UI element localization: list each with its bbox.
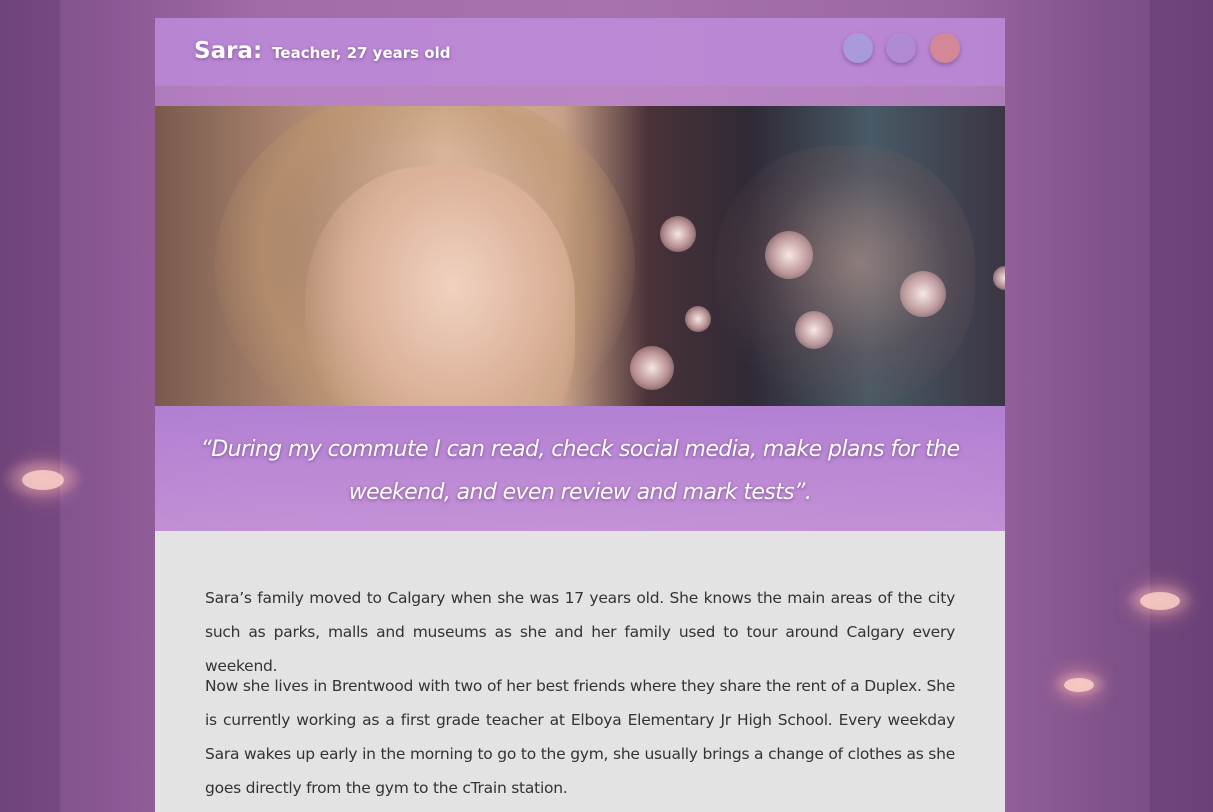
background-building-left: [0, 0, 60, 812]
bokeh-light: [685, 306, 711, 332]
background-building-right: [1150, 0, 1213, 812]
bokeh-light: [795, 311, 833, 349]
body-paragraph: Now she lives in Brentwood with two of h…: [205, 677, 955, 797]
persona-card: Sara: Teacher, 27 years old “During my c…: [155, 18, 1005, 812]
persona-subtitle: Teacher, 27 years old: [272, 44, 451, 62]
persona-photo: [155, 106, 1005, 406]
blue-dot-button[interactable]: [843, 33, 873, 63]
persona-body: Sara’s family moved to Calgary when she …: [155, 531, 1005, 812]
bokeh-light: [900, 271, 946, 317]
bokeh-light: [660, 216, 696, 252]
photo-face: [305, 166, 575, 406]
red-dot-button[interactable]: [930, 33, 960, 63]
background-lamp: [22, 470, 64, 490]
persona-quote: “During my commute I can read, check soc…: [200, 437, 960, 505]
body-paragraph: Sara’s family moved to Calgary when she …: [205, 589, 955, 675]
persona-header: Sara: Teacher, 27 years old: [155, 18, 1005, 86]
header-gap: [155, 86, 1005, 106]
background-lamp: [1064, 678, 1094, 692]
bokeh-light: [765, 231, 813, 279]
bokeh-light: [993, 266, 1005, 290]
persona-name-text: Sara:: [194, 38, 263, 64]
quote-band: “During my commute I can read, check soc…: [155, 406, 1005, 531]
bokeh-light: [630, 346, 674, 390]
purple-dot-button[interactable]: [886, 33, 916, 63]
background-lamp: [1140, 592, 1180, 610]
persona-name: Sara: Teacher, 27 years old: [194, 38, 450, 64]
